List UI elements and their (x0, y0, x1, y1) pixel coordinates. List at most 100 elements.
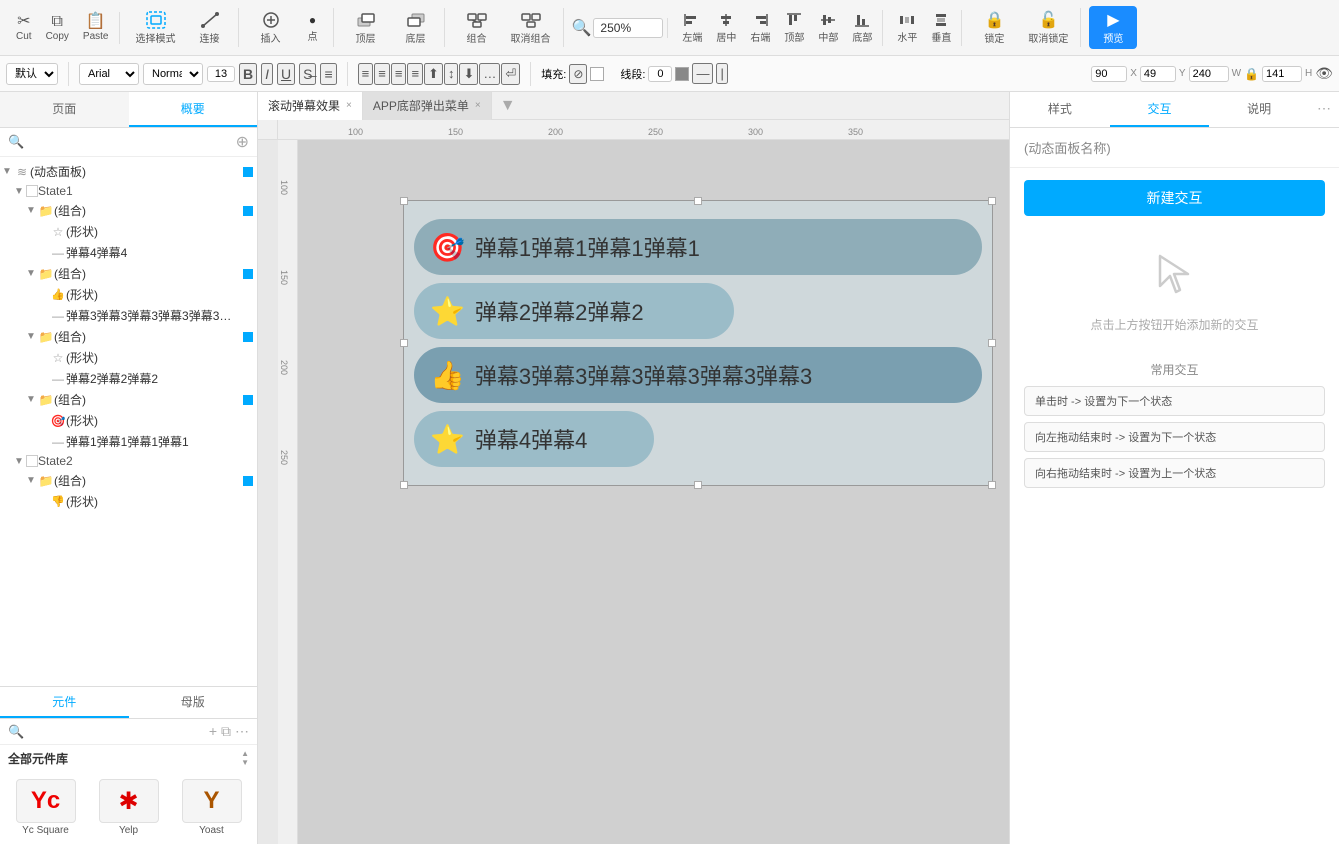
layer-dynamic-panel[interactable]: ▼ ≋ (动态面板) (0, 161, 257, 182)
group-button[interactable]: 组合 (453, 8, 501, 47)
layer-shape2[interactable]: 👍 (形状) (0, 284, 257, 305)
w-input[interactable] (1189, 66, 1229, 82)
font-family-select[interactable]: Arial (79, 63, 139, 85)
canvas-tab-expand-icon[interactable]: ▼ (492, 97, 524, 115)
copy-button[interactable]: ⧉ Copy (40, 12, 75, 44)
copy-component-icon[interactable]: ⧉ (221, 723, 231, 740)
tab-note[interactable]: 说明 (1209, 92, 1309, 127)
layer-group5[interactable]: ▼ 📁 (组合) (0, 470, 257, 491)
visibility-icon[interactable]: 👁 (1315, 65, 1333, 82)
add-component-icon[interactable]: + (209, 723, 217, 740)
layer-group2[interactable]: ▼ 📁 (组合) (0, 263, 257, 284)
handle-br[interactable] (988, 481, 996, 489)
point-button[interactable]: ● 点 (297, 11, 329, 45)
handle-bl[interactable] (400, 481, 408, 489)
center-v-button[interactable]: 中部 (812, 10, 844, 46)
strikethrough-button[interactable]: S̶ (299, 63, 316, 85)
bullet-item-4[interactable]: ⭐ 弹幕4弹幕4 (414, 411, 654, 467)
layer-shape4[interactable]: 🎯 (形状) (0, 410, 257, 431)
center-h-button[interactable]: 居中 (710, 10, 742, 46)
connect-button[interactable]: 连接 (186, 8, 234, 47)
x-input[interactable] (1091, 66, 1127, 82)
top-layer-button[interactable]: 顶层 (342, 8, 390, 47)
interaction-item-2[interactable]: 向左拖动结束时 -> 设置为下一个状态 (1024, 422, 1325, 452)
zoom-control[interactable]: 250% (593, 18, 663, 38)
canvas-tab-1[interactable]: 滚动弹幕效果 × (258, 92, 363, 120)
text-right-button[interactable]: ≡ (391, 63, 407, 85)
text-wrap-button[interactable]: ⏎ (501, 63, 520, 85)
text-valign-bot-button[interactable]: ⬇ (459, 63, 478, 85)
text-justify-button[interactable]: ≡ (407, 63, 423, 85)
bullet-item-3[interactable]: 👍 弹幕3弹幕3弹幕3弹幕3弹幕3弹幕3 (414, 347, 982, 403)
tab-page[interactable]: 页面 (0, 92, 129, 127)
tab-interaction[interactable]: 交互 (1110, 92, 1210, 127)
component-item-ycsquare[interactable]: Yc Yc Square (8, 779, 83, 836)
underline-button[interactable]: U (277, 63, 295, 85)
vertical-distribute-button[interactable]: 垂直 (925, 10, 957, 46)
bullet-item-1[interactable]: 🎯 弹幕1弹幕1弹幕1弹幕1 (414, 219, 982, 275)
bold-button[interactable]: B (239, 63, 257, 85)
h-input[interactable] (1262, 66, 1302, 82)
more-component-icon[interactable]: ⋯ (235, 723, 249, 740)
layer-group1[interactable]: ▼ 📁 (组合) (0, 200, 257, 221)
canvas-tab-1-close[interactable]: × (346, 100, 352, 111)
tab-components[interactable]: 元件 (0, 687, 129, 718)
lock-button[interactable]: 🔒 锁定 (970, 8, 1018, 47)
text-valign-mid-button[interactable]: ↕ (444, 63, 459, 85)
canvas-tab-2-close[interactable]: × (475, 100, 481, 111)
layer-text2[interactable]: — 弹幕3弹幕3弹幕3弹幕3弹幕3弹幕3 (0, 305, 240, 326)
text-center-button[interactable]: ≡ (374, 63, 390, 85)
font-style-select[interactable]: Normal (143, 63, 203, 85)
layer-state1[interactable]: ▼ State1 (0, 182, 257, 200)
interaction-item-3[interactable]: 向右拖动结束时 -> 设置为上一个状态 (1024, 458, 1325, 488)
more-options-icon[interactable]: ⋯ (1309, 92, 1339, 127)
layer-shape5[interactable]: 👎 (形状) (0, 491, 257, 512)
font-size-input[interactable] (207, 66, 235, 82)
style-select[interactable]: 默认 (6, 63, 58, 85)
handle-mr[interactable] (988, 339, 996, 347)
layer-text3[interactable]: — 弹幕2弹幕2弹幕2 (0, 368, 257, 389)
sidebar-add-icon[interactable]: ⊕ (236, 132, 249, 152)
preview-button[interactable]: ▶ 预览 (1089, 6, 1137, 49)
tab-outline[interactable]: 概要 (129, 92, 258, 127)
component-item-yoast[interactable]: Y Yoast (174, 779, 249, 836)
list-button[interactable]: ≡ (320, 63, 336, 85)
handle-bm[interactable] (694, 481, 702, 489)
tab-style[interactable]: 样式 (1010, 92, 1110, 127)
sort-arrows[interactable]: ▲▼ (241, 749, 249, 767)
y-input[interactable] (1140, 66, 1176, 82)
paste-button[interactable]: 📋 Paste (77, 12, 115, 44)
line-value-input[interactable] (648, 66, 672, 82)
insert-button[interactable]: 插入 (247, 8, 295, 47)
text-valign-top-button[interactable]: ⬆ (424, 63, 443, 85)
canvas-scroll[interactable]: 🎯 弹幕1弹幕1弹幕1弹幕1 ⭐ 弹幕2弹幕2弹幕2 (298, 140, 1009, 844)
handle-ml[interactable] (400, 339, 408, 347)
component-search-input[interactable] (28, 725, 205, 739)
sidebar-search-input[interactable] (28, 135, 231, 149)
text-left-button[interactable]: ≡ (358, 63, 374, 85)
line-color-swatch[interactable] (675, 67, 689, 81)
line-cap-button[interactable]: | (716, 63, 727, 84)
text-overflow-button[interactable]: … (479, 63, 500, 85)
handle-tl[interactable] (400, 197, 408, 205)
bullet-item-2[interactable]: ⭐ 弹幕2弹幕2弹幕2 (414, 283, 734, 339)
canvas-tab-2[interactable]: APP底部弹出菜单 × (363, 92, 492, 120)
layer-shape1[interactable]: ☆ (形状) (0, 221, 257, 242)
handle-tr[interactable] (988, 197, 996, 205)
component-item-yelp[interactable]: ✱ Yelp (91, 779, 166, 836)
layer-text4[interactable]: — 弹幕1弹幕1弹幕1弹幕1 (0, 431, 257, 452)
right-align-button[interactable]: 右端 (744, 10, 776, 46)
fill-color-swatch[interactable] (590, 67, 604, 81)
tab-masters[interactable]: 母版 (129, 687, 258, 718)
handle-tm[interactable] (694, 197, 702, 205)
left-align-button[interactable]: 左端 (676, 10, 708, 46)
horizontal-distribute-button[interactable]: 水平 (891, 10, 923, 46)
select-mode-button[interactable]: 选择模式 (128, 8, 184, 47)
layer-text1[interactable]: — 弹幕4弹幕4 (0, 242, 257, 263)
interaction-item-1[interactable]: 单击时 -> 设置为下一个状态 (1024, 386, 1325, 416)
italic-button[interactable]: I (261, 63, 273, 85)
design-frame[interactable]: 🎯 弹幕1弹幕1弹幕1弹幕1 ⭐ 弹幕2弹幕2弹幕2 (403, 200, 993, 486)
layer-group4[interactable]: ▼ 📁 (组合) (0, 389, 257, 410)
cut-button[interactable]: ✂ Cut (10, 12, 38, 44)
bottom-align-button[interactable]: 底部 (846, 10, 878, 46)
